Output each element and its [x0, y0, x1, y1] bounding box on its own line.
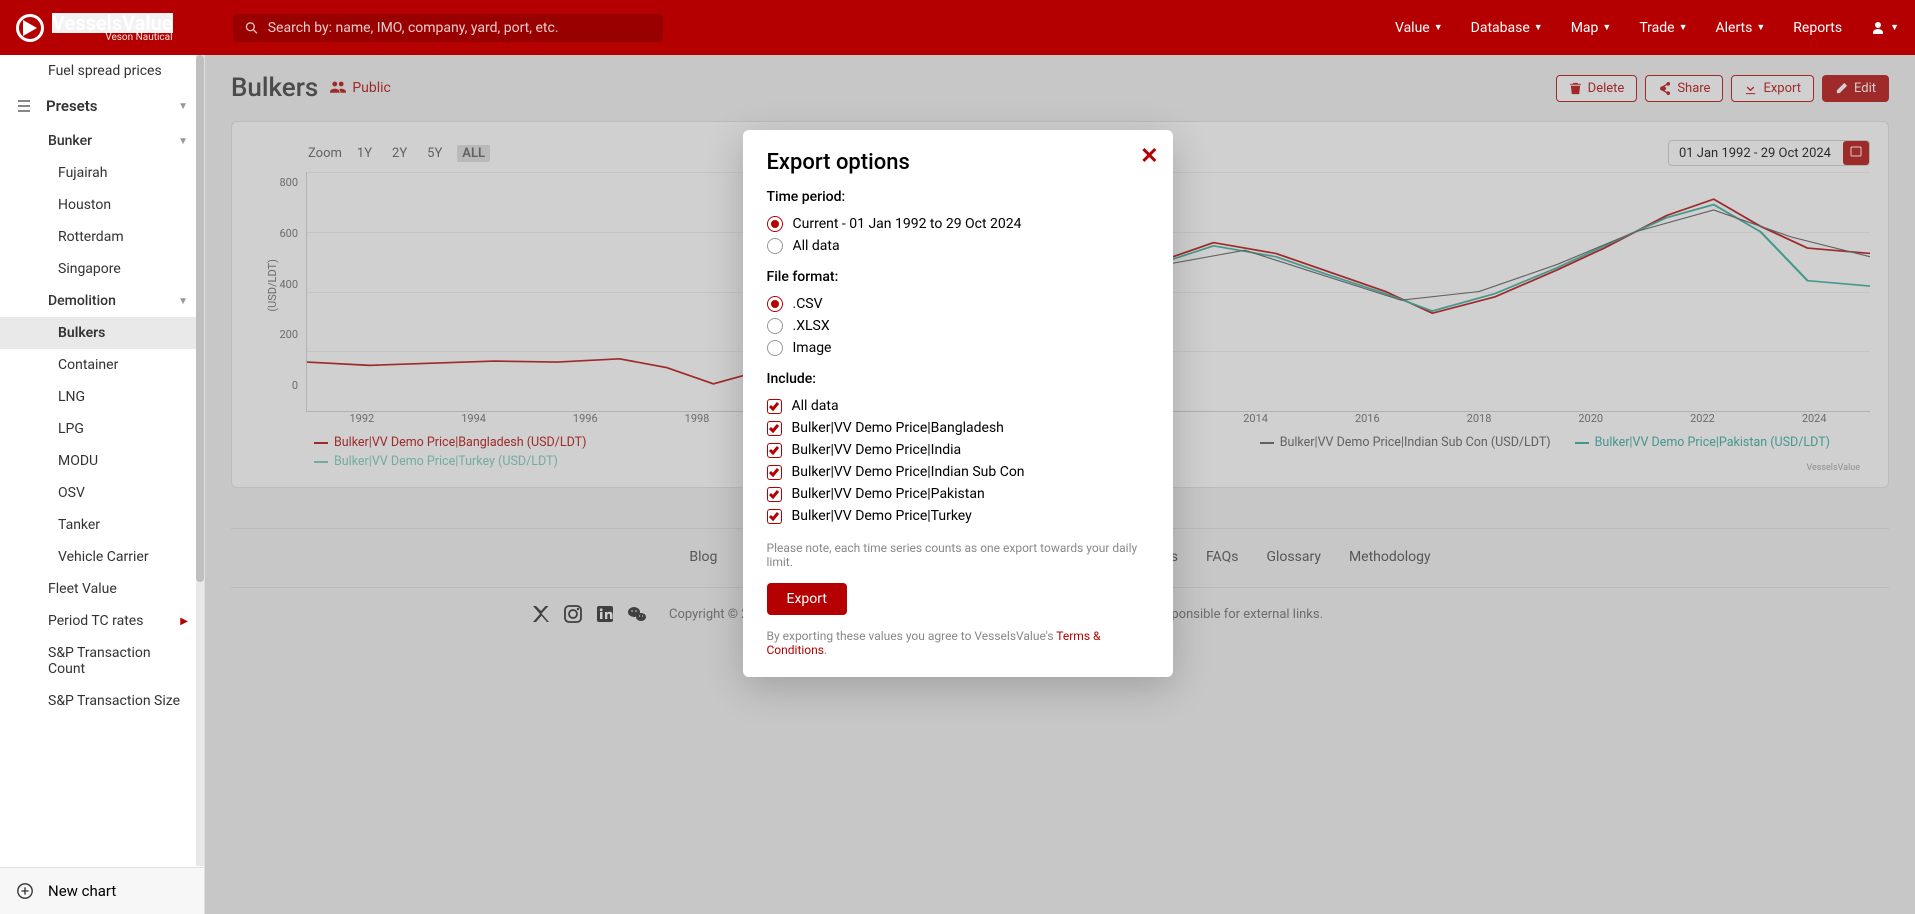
- chevron-down-icon: ▼: [178, 101, 188, 112]
- logo-icon: [16, 14, 44, 42]
- scrollbar-track[interactable]: [196, 55, 204, 866]
- new-chart-button[interactable]: New chart: [0, 867, 204, 914]
- list-icon: [16, 98, 32, 114]
- chevron-down-icon: ▼: [1756, 22, 1765, 33]
- sidebar-item-fujairah[interactable]: Fujairah: [0, 157, 204, 189]
- export-modal: ✕ Export options Time period: Current - …: [743, 130, 1173, 677]
- check-turkey[interactable]: Bulker|VV Demo Price|Turkey: [767, 505, 1149, 527]
- sidebar-item-sp-count[interactable]: S&P Transaction Count: [0, 637, 204, 685]
- sidebar-item-rotterdam[interactable]: Rotterdam: [0, 221, 204, 253]
- radio-csv[interactable]: .CSV: [767, 293, 1149, 315]
- brand-logo[interactable]: VesselsValue Veson Nautical: [16, 13, 173, 43]
- chevron-down-icon: ▼: [1679, 22, 1688, 33]
- check-bangladesh[interactable]: Bulker|VV Demo Price|Bangladesh: [767, 417, 1149, 439]
- sidebar-item-lpg[interactable]: LPG: [0, 413, 204, 445]
- chevron-down-icon: ▼: [178, 296, 188, 307]
- chevron-down-icon: ▼: [1890, 22, 1899, 33]
- radio-xlsx[interactable]: .XLSX: [767, 315, 1149, 337]
- brand-name: VesselsValue: [52, 13, 173, 33]
- search-input[interactable]: [268, 20, 651, 36]
- chevron-down-icon: ▼: [1434, 22, 1443, 33]
- chevron-right-icon: ▶: [180, 616, 188, 627]
- chevron-down-icon: ▼: [178, 136, 188, 147]
- check-all-data[interactable]: All data: [767, 395, 1149, 417]
- sidebar-sub-demolition[interactable]: Demolition▼: [0, 285, 204, 317]
- check-india[interactable]: Bulker|VV Demo Price|India: [767, 439, 1149, 461]
- sidebar-item-bulkers[interactable]: Bulkers: [0, 317, 204, 349]
- nav-value[interactable]: Value▼: [1395, 20, 1443, 36]
- close-icon[interactable]: ✕: [1140, 144, 1158, 169]
- nav-database[interactable]: Database▼: [1471, 20, 1543, 36]
- user-menu[interactable]: ▼: [1870, 20, 1899, 36]
- radio-image[interactable]: Image: [767, 337, 1149, 359]
- export-note: Please note, each time series counts as …: [767, 541, 1149, 569]
- file-format-label: File format:: [767, 269, 1149, 285]
- nav-map[interactable]: Map▼: [1571, 20, 1612, 36]
- scrollbar-thumb[interactable]: [196, 55, 204, 582]
- nav-trade[interactable]: Trade▼: [1639, 20, 1687, 36]
- chevron-down-icon: ▼: [1602, 22, 1611, 33]
- sidebar-item-houston[interactable]: Houston: [0, 189, 204, 221]
- radio-current[interactable]: Current - 01 Jan 1992 to 29 Oct 2024: [767, 213, 1149, 235]
- nav-reports[interactable]: Reports: [1793, 20, 1842, 36]
- sidebar-item-modu[interactable]: MODU: [0, 445, 204, 477]
- sidebar-item-lng[interactable]: LNG: [0, 381, 204, 413]
- check-indian-sub-con[interactable]: Bulker|VV Demo Price|Indian Sub Con: [767, 461, 1149, 483]
- check-pakistan[interactable]: Bulker|VV Demo Price|Pakistan: [767, 483, 1149, 505]
- sidebar-item-fuel-spread[interactable]: Fuel spread prices: [0, 55, 204, 87]
- time-period-label: Time period:: [767, 189, 1149, 205]
- sidebar-section-presets[interactable]: Presets ▼: [0, 87, 204, 125]
- search-box[interactable]: [233, 14, 663, 42]
- nav-alerts[interactable]: Alerts▼: [1716, 20, 1766, 36]
- include-label: Include:: [767, 371, 1149, 387]
- sidebar-item-container[interactable]: Container: [0, 349, 204, 381]
- chevron-down-icon: ▼: [1534, 22, 1543, 33]
- sidebar-item-osv[interactable]: OSV: [0, 477, 204, 509]
- sidebar: Fuel spread prices Presets ▼ Bunker▼ Fuj…: [0, 55, 205, 914]
- top-nav: Value▼ Database▼ Map▼ Trade▼ Alerts▼ Rep…: [1395, 20, 1899, 36]
- sidebar-item-singapore[interactable]: Singapore: [0, 253, 204, 285]
- sidebar-item-fleet-value[interactable]: Fleet Value: [0, 573, 204, 605]
- modal-title: Export options: [767, 150, 1149, 175]
- brand-sub: Veson Nautical: [52, 33, 173, 43]
- modal-export-button[interactable]: Export: [767, 583, 847, 615]
- sidebar-item-tanker[interactable]: Tanker: [0, 509, 204, 541]
- sidebar-item-vehicle-carrier[interactable]: Vehicle Carrier: [0, 541, 204, 573]
- plus-circle-icon: [16, 882, 34, 900]
- sidebar-item-period-tc[interactable]: Period TC rates▶: [0, 605, 204, 637]
- search-icon: [245, 21, 258, 35]
- user-icon: [1870, 20, 1886, 36]
- sidebar-item-sp-size[interactable]: S&P Transaction Size: [0, 685, 204, 717]
- terms-text: By exporting these values you agree to V…: [767, 629, 1149, 657]
- radio-all-data[interactable]: All data: [767, 235, 1149, 257]
- sidebar-sub-bunker[interactable]: Bunker▼: [0, 125, 204, 157]
- top-header: VesselsValue Veson Nautical Value▼ Datab…: [0, 0, 1915, 55]
